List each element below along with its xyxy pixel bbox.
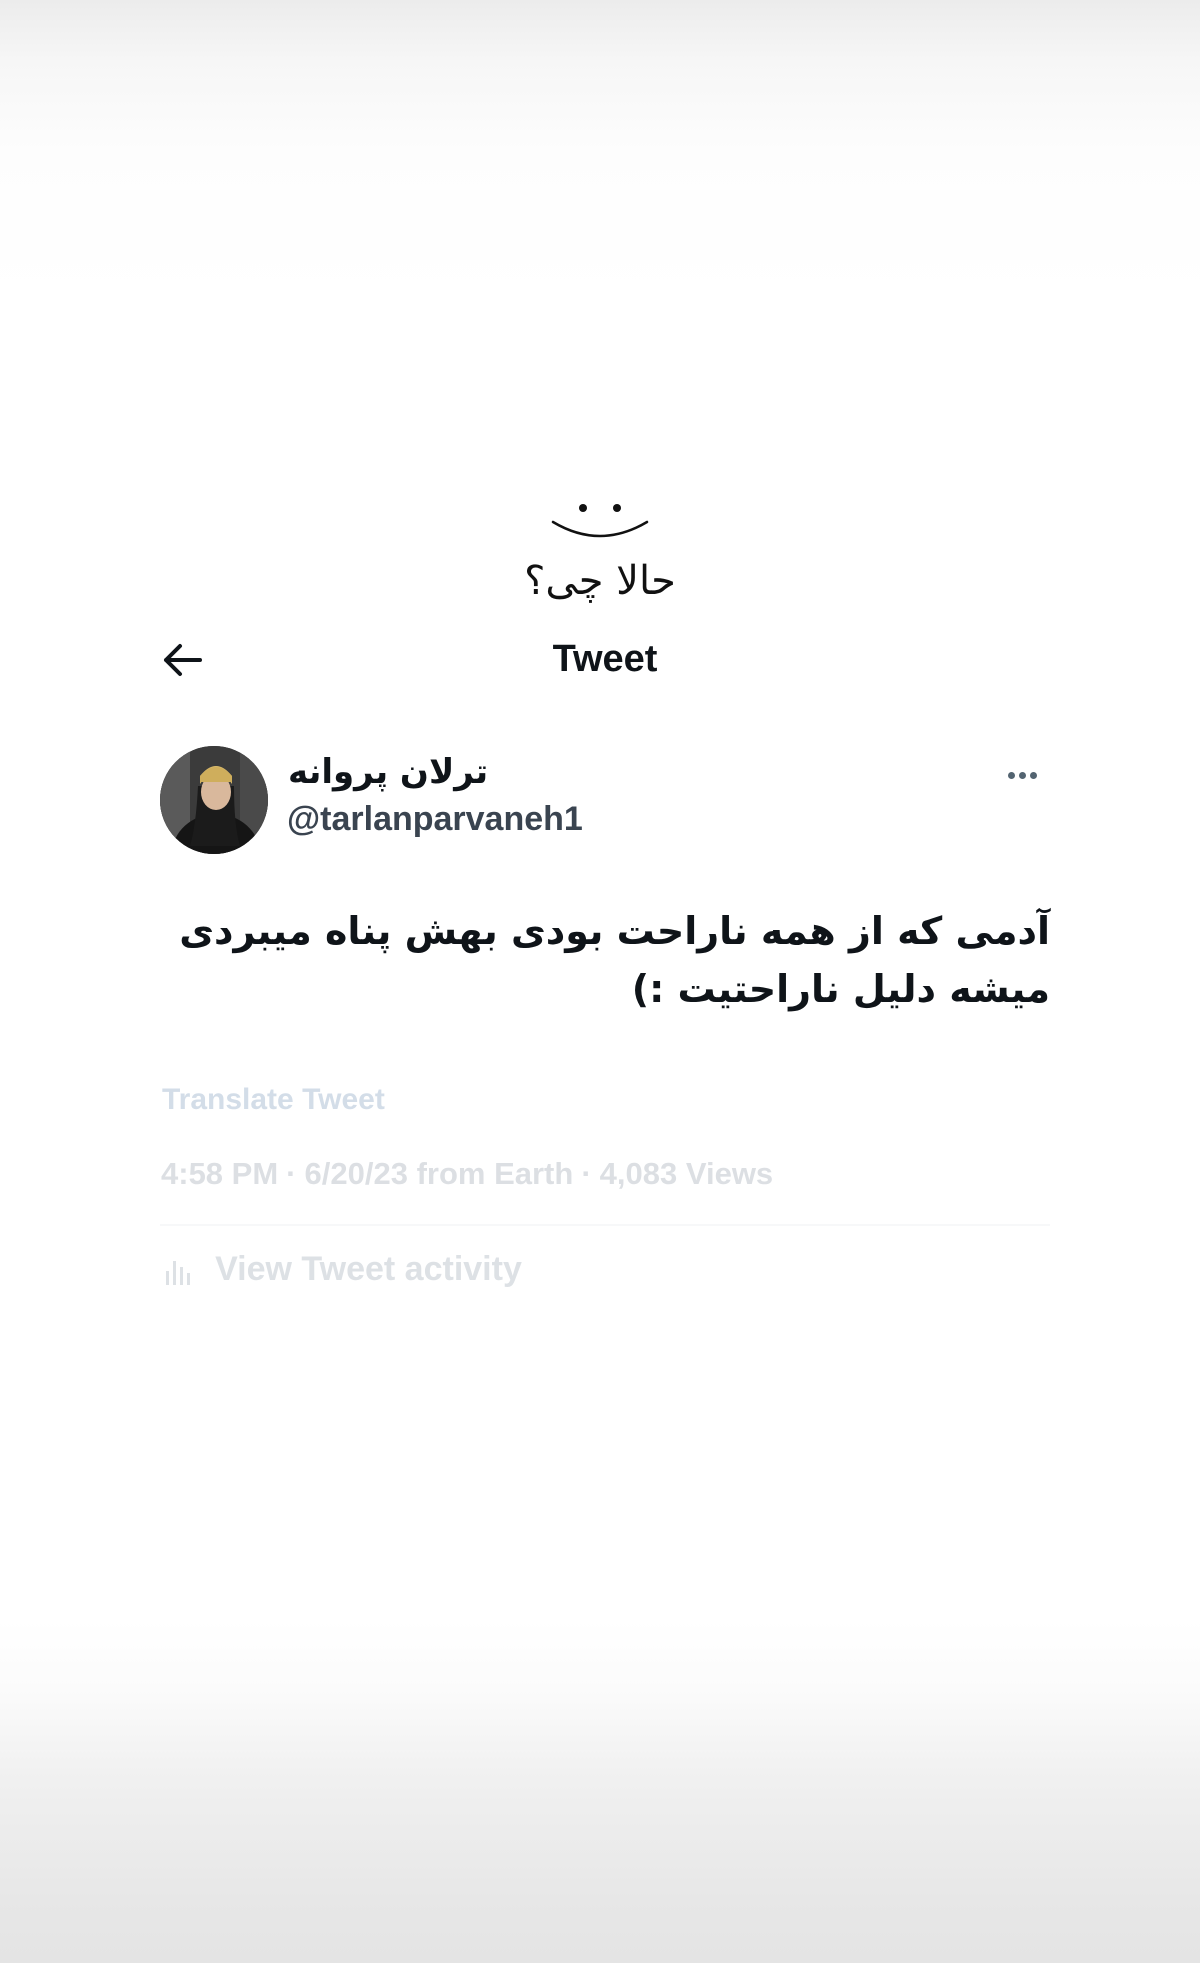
display-name[interactable]: ترلان پروانه [288,752,488,792]
separator-dot: · [286,1156,297,1191]
view-tweet-activity-button[interactable]: View Tweet activity [162,1250,522,1294]
tweet-text: آدمی که از همه ناراحت بودی بهش پناه میبر… [160,902,1050,1018]
caption-text: حالا چی؟ [524,558,676,604]
tweet-author: ترلان پروانه @tarlanparvaneh1 [160,742,1050,854]
more-dot [1030,772,1037,779]
tweet-header: Tweet [160,636,1050,684]
more-dot [1019,772,1026,779]
tweet-text-line: آدمی که از همه ناراحت بودی بهش پناه میبر… [179,909,1050,953]
tweet-time[interactable]: 4:58 PM [161,1156,278,1191]
activity-label: View Tweet activity [215,1250,522,1288]
separator-dot: · [581,1156,592,1191]
translate-tweet-link[interactable]: Translate Tweet [162,1083,385,1117]
avatar-image [160,746,268,854]
views-label: Views [685,1156,774,1191]
analytics-icon [166,1260,190,1285]
smiley-face-icon [551,504,649,538]
tweet-text-line: میشه دلیل ناراحتیت :) [631,967,1050,1011]
page-title: Tweet [552,638,658,680]
views-count: 4,083 [599,1156,678,1191]
more-options-icon[interactable] [1006,766,1050,786]
avatar[interactable] [160,746,268,854]
tweet-meta: 4:58 PM · 6/20/23 from Earth · 4,083 Views [161,1156,773,1192]
divider [160,1224,1050,1226]
user-handle[interactable]: @tarlanparvaneh1 [287,800,583,839]
tweet-date[interactable]: 6/20/23 [305,1156,408,1191]
tweet-source: from Earth [416,1156,574,1191]
story-caption: حالا چی؟ [0,498,1200,604]
more-dot [1008,772,1015,779]
